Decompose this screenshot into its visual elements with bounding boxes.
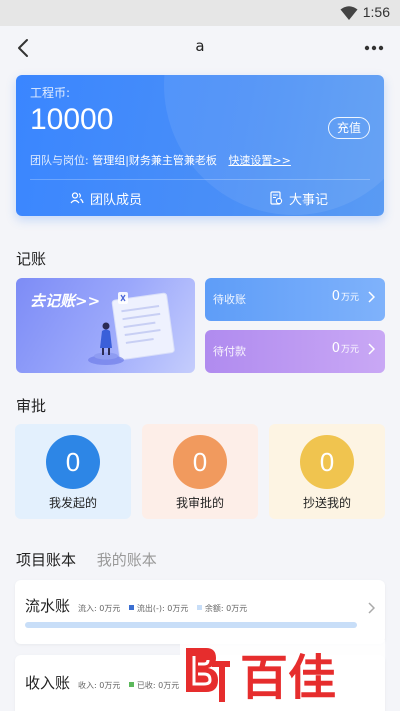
receivable-amount: 0万元	[331, 289, 359, 304]
approval-pending-count: 0	[173, 435, 227, 489]
cashflow-ledger-title: 流水账	[25, 597, 71, 615]
status-time: 1:56	[362, 4, 390, 20]
approval-cc-label: 抄送我的	[302, 496, 351, 510]
status-bar: 1:56	[0, 0, 400, 26]
approval-cc-count: 0	[300, 435, 354, 489]
events-button[interactable]: 大事记	[270, 188, 328, 208]
page-title: a	[195, 37, 205, 55]
team-members-label: 团队成员	[90, 192, 143, 208]
baijia-watermark-logo: 百佳	[180, 640, 385, 711]
more-icon[interactable]	[362, 38, 386, 58]
payable-amount: 0万元	[331, 341, 359, 356]
bookkeeping-section-title: 记账	[16, 250, 47, 268]
legend-outflow: 流出(-): 0万元	[136, 604, 189, 613]
coin-balance: 10000	[30, 103, 114, 136]
receivable-label: 待收账	[213, 293, 246, 306]
events-label: 大事记	[289, 192, 329, 208]
legend-inflow: 流入: 0万元	[78, 604, 121, 613]
receipt-illustration-icon	[88, 292, 175, 365]
income-legend: 收入: 0万元 已收: 0万元	[78, 680, 179, 691]
approval-section-title: 审批	[16, 397, 47, 415]
ledger-tabs: 项目账本 我的账本	[16, 549, 157, 570]
approval-initiated-card[interactable]: 0 我发起的	[15, 424, 131, 519]
team-position-line: 团队与岗位: 管理组|财务兼主管兼老板 快速设置>>	[30, 152, 291, 168]
chevron-right-icon	[368, 343, 375, 355]
svg-text:百佳: 百佳	[240, 650, 336, 706]
cashflow-legend: 流入: 0万元 流出(-): 0万元 余额: 0万元	[78, 603, 247, 614]
chevron-right-icon	[368, 291, 375, 303]
members-icon	[70, 192, 84, 204]
cashflow-bar	[25, 622, 357, 628]
approval-cc-card[interactable]: 0 抄送我的	[269, 424, 385, 519]
legend-received-swatch	[128, 682, 134, 687]
approval-initiated-count: 0	[46, 435, 100, 489]
quick-settings-link[interactable]: 快速设置>>	[228, 154, 290, 167]
team-label: 团队与岗位:	[30, 154, 89, 167]
team-members-button[interactable]: 团队成员	[70, 188, 142, 208]
coin-card: 工程币: 10000 充值 团队与岗位: 管理组|财务兼主管兼老板 快速设置>>…	[16, 75, 384, 216]
legend-balance-swatch	[196, 605, 202, 610]
tab-project-ledger[interactable]: 项目账本	[16, 551, 76, 569]
income-ledger-title: 收入账	[25, 674, 71, 692]
legend-income: 收入: 0万元	[78, 681, 121, 690]
recharge-button[interactable]: 充值	[327, 117, 370, 139]
approval-pending-card[interactable]: 0 我审批的	[142, 424, 258, 519]
coin-label: 工程币:	[30, 86, 71, 100]
team-value: 管理组|财务兼主管兼老板	[92, 154, 217, 167]
receivable-card[interactable]: 待收账 0万元	[205, 278, 385, 321]
card-divider	[30, 179, 370, 180]
events-icon	[270, 191, 283, 205]
payable-card[interactable]: 待付款 0万元	[205, 330, 385, 373]
payable-label: 待付款	[213, 345, 246, 358]
legend-balance: 余额: 0万元	[204, 604, 248, 613]
tab-my-ledger[interactable]: 我的账本	[97, 551, 157, 569]
approval-initiated-label: 我发起的	[48, 496, 97, 510]
chevron-right-icon	[368, 602, 375, 614]
approval-pending-label: 我审批的	[175, 496, 224, 510]
legend-outflow-swatch	[128, 605, 134, 610]
cashflow-ledger-card[interactable]: 流水账 流入: 0万元 流出(-): 0万元 余额: 0万元	[15, 580, 385, 644]
legend-received: 已收: 0万元	[136, 681, 180, 690]
nav-bar: a	[0, 26, 400, 70]
go-bookkeeping-card[interactable]: 去记账>>	[16, 278, 195, 373]
wifi-icon	[340, 6, 358, 20]
